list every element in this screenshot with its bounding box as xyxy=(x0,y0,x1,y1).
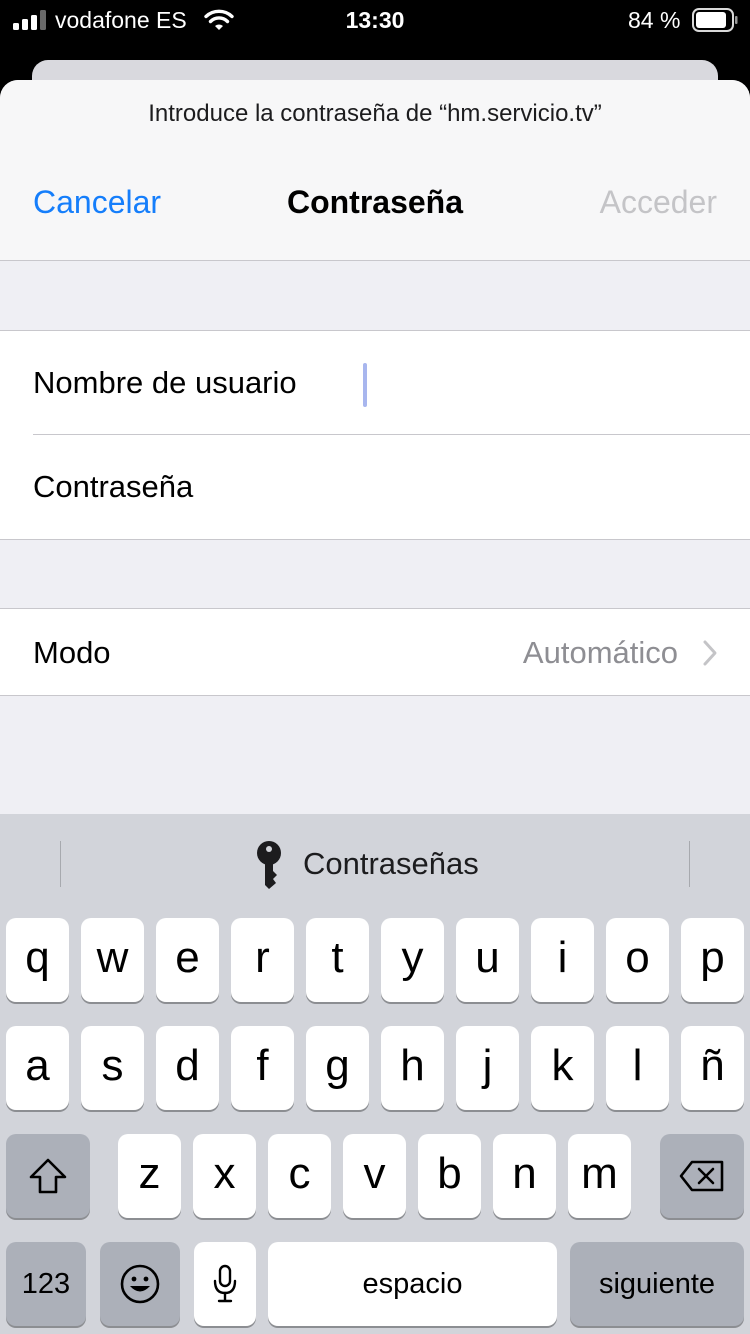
mode-value: Automático xyxy=(522,635,678,670)
credentials-group: Nombre de usuario Contraseña xyxy=(0,330,750,540)
password-input[interactable] xyxy=(370,455,724,521)
microphone-icon xyxy=(213,1264,237,1303)
numbers-key[interactable]: 123 xyxy=(6,1242,86,1326)
suggestion-bar: Contraseñas xyxy=(0,814,750,914)
key-b[interactable]: b xyxy=(418,1134,481,1218)
delete-key[interactable] xyxy=(660,1134,744,1218)
mode-row[interactable]: Modo Automático xyxy=(0,609,750,695)
mode-group: Modo Automático xyxy=(0,608,750,696)
key-icon xyxy=(257,841,281,889)
suggestion-divider xyxy=(60,841,61,887)
key-j[interactable]: j xyxy=(456,1026,519,1110)
emoji-icon xyxy=(120,1264,160,1304)
auth-prompt: Introduce la contraseña de “hm.servicio.… xyxy=(148,100,602,127)
chevron-right-icon xyxy=(703,640,717,666)
key-w[interactable]: w xyxy=(81,918,144,1002)
key-q[interactable]: q xyxy=(6,918,69,1002)
emoji-key[interactable] xyxy=(100,1242,180,1326)
key-r[interactable]: r xyxy=(231,918,294,1002)
key-i[interactable]: i xyxy=(531,918,594,1002)
key-a[interactable]: a xyxy=(6,1026,69,1110)
username-row[interactable]: Nombre de usuario xyxy=(0,331,750,435)
key-s[interactable]: s xyxy=(81,1026,144,1110)
key-o[interactable]: o xyxy=(606,918,669,1002)
key-v[interactable]: v xyxy=(343,1134,406,1218)
passwords-suggestion[interactable]: Contraseñas xyxy=(303,846,479,882)
username-input[interactable] xyxy=(370,351,724,417)
delete-icon xyxy=(679,1160,724,1192)
shift-icon xyxy=(29,1158,67,1194)
sign-in-button[interactable]: Acceder xyxy=(600,184,717,221)
status-bar: vodafone ES 13:30 84 % xyxy=(0,0,750,40)
dictation-key[interactable] xyxy=(194,1242,256,1326)
key-g[interactable]: g xyxy=(306,1026,369,1110)
next-key[interactable]: siguiente xyxy=(570,1242,744,1326)
mode-label: Modo xyxy=(33,635,111,670)
key-e[interactable]: e xyxy=(156,918,219,1002)
battery-icon xyxy=(692,8,738,32)
shift-key[interactable] xyxy=(6,1134,90,1218)
space-key[interactable]: espacio xyxy=(268,1242,557,1326)
password-row[interactable]: Contraseña xyxy=(0,435,750,539)
key-m[interactable]: m xyxy=(568,1134,631,1218)
navigation-bar: Introduce la contraseña de “hm.servicio.… xyxy=(0,80,750,261)
keyboard: Contraseñas q w e r t y u i o p a s d f … xyxy=(0,814,750,1334)
text-cursor xyxy=(363,363,367,407)
key-x[interactable]: x xyxy=(193,1134,256,1218)
key-y[interactable]: y xyxy=(381,918,444,1002)
key-f[interactable]: f xyxy=(231,1026,294,1110)
username-label: Nombre de usuario xyxy=(33,365,297,400)
key-h[interactable]: h xyxy=(381,1026,444,1110)
key-u[interactable]: u xyxy=(456,918,519,1002)
password-label: Contraseña xyxy=(33,469,194,504)
key-k[interactable]: k xyxy=(531,1026,594,1110)
key-p[interactable]: p xyxy=(681,918,744,1002)
key-t[interactable]: t xyxy=(306,918,369,1002)
key-l[interactable]: l xyxy=(606,1026,669,1110)
suggestion-divider xyxy=(689,841,690,887)
key-n[interactable]: n xyxy=(493,1134,556,1218)
key-n-tilde[interactable]: ñ xyxy=(681,1026,744,1110)
key-z[interactable]: z xyxy=(118,1134,181,1218)
battery-percentage: 84 % xyxy=(628,7,681,33)
key-c[interactable]: c xyxy=(268,1134,331,1218)
key-d[interactable]: d xyxy=(156,1026,219,1110)
